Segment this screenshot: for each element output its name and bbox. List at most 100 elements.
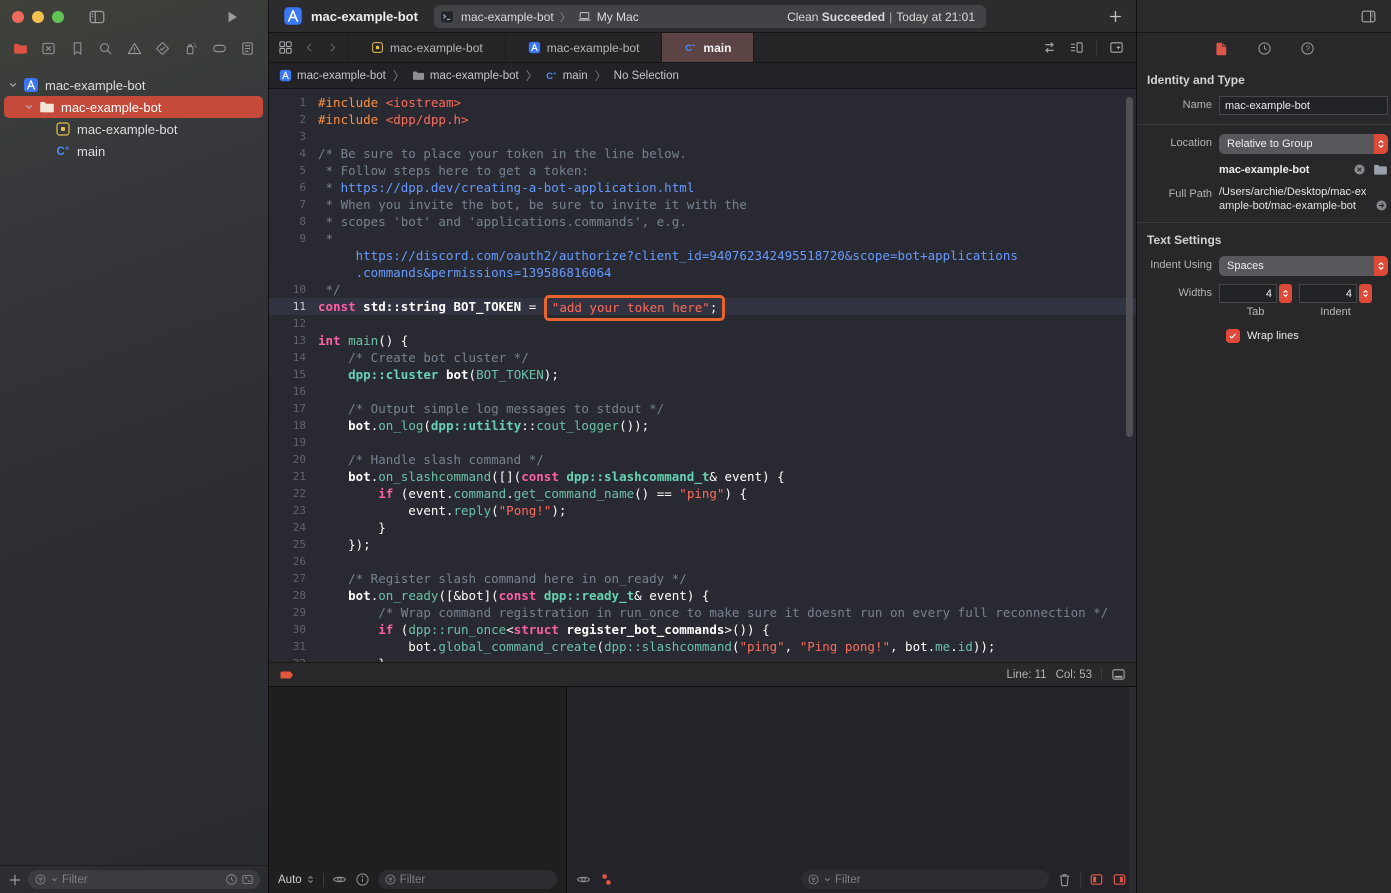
new-tab-button[interactable]	[1108, 9, 1123, 24]
run-destination[interactable]: My Mac	[597, 10, 639, 24]
line-number[interactable]: 14	[269, 349, 306, 366]
code-line[interactable]: https://discord.com/oauth2/authorize?cli…	[269, 247, 1136, 264]
line-number[interactable]: 28	[269, 587, 306, 604]
code-text[interactable]: bot.on_slashcommand([](const dpp::slashc…	[318, 468, 785, 485]
wrap-lines-checkbox[interactable]	[1226, 329, 1240, 343]
tab-width-stepper[interactable]	[1279, 284, 1292, 303]
line-number[interactable]: 1	[269, 94, 306, 111]
metadata-visibility-icon[interactable]	[576, 872, 591, 887]
sidebar-toggle-icon[interactable]	[88, 8, 106, 26]
name-field[interactable]: mac-example-bot	[1219, 96, 1388, 115]
tab-width-field[interactable]: 4	[1219, 284, 1277, 303]
line-number[interactable]: 13	[269, 332, 306, 349]
line-number[interactable]: 20	[269, 451, 306, 468]
console-io-filter-icon[interactable]	[599, 872, 614, 887]
code-line[interactable]: 27 /* Register slash command here in on_…	[269, 570, 1136, 587]
choose-folder-icon[interactable]	[1373, 162, 1388, 177]
indent-width-stepper[interactable]	[1359, 284, 1372, 303]
clear-console-icon[interactable]	[1057, 872, 1072, 887]
variables-view-content[interactable]	[269, 687, 566, 866]
code-line[interactable]: 3	[269, 128, 1136, 145]
code-line[interactable]: 1 #include <iostream>	[269, 94, 1136, 111]
code-text[interactable]: bot.on_ready([&bot](const dpp::ready_t& …	[318, 587, 709, 604]
code-line[interactable]: 32 }	[269, 655, 1136, 662]
debug-navigator-icon[interactable]	[183, 41, 198, 56]
code-text[interactable]: /* Handle slash command */	[318, 451, 544, 468]
code-line[interactable]: 24 }	[269, 519, 1136, 536]
line-number[interactable]: 9	[269, 230, 306, 247]
code-line[interactable]: 28 bot.on_ready([&bot](const dpp::ready_…	[269, 587, 1136, 604]
code-line[interactable]: 21 bot.on_slashcommand([](const dpp::sla…	[269, 468, 1136, 485]
code-text[interactable]: /* Create bot cluster */	[318, 349, 529, 366]
code-text[interactable]: https://discord.com/oauth2/authorize?cli…	[318, 247, 1018, 264]
code-line[interactable]: 26	[269, 553, 1136, 570]
show-variables-view-icon[interactable]	[1089, 872, 1104, 887]
line-number[interactable]: 24	[269, 519, 306, 536]
breadcrumb-item[interactable]: No Selection	[614, 70, 679, 82]
issues-navigator-icon[interactable]	[127, 41, 142, 56]
console-filter-input[interactable]	[835, 874, 1043, 886]
code-text[interactable]: * When you invite the bot, be sure to in…	[318, 196, 747, 213]
location-dropdown[interactable]: Relative to Group	[1219, 134, 1388, 154]
line-number[interactable]: 16	[269, 383, 306, 400]
tests-navigator-icon[interactable]	[155, 41, 170, 56]
line-number[interactable]: 6	[269, 179, 306, 196]
source-control-status-filter-icon[interactable]	[241, 873, 254, 886]
navigator-filter-input[interactable]	[62, 874, 222, 886]
go-forward-icon[interactable]	[326, 41, 339, 54]
code-line[interactable]: 14 /* Create bot cluster */	[269, 349, 1136, 366]
code-text[interactable]: }	[318, 655, 386, 662]
line-number[interactable]: 18	[269, 417, 306, 434]
code-line[interactable]: 16	[269, 383, 1136, 400]
variables-filter-field[interactable]	[378, 870, 557, 889]
code-text[interactable]: }	[318, 519, 386, 536]
code-text[interactable]: int main() {	[318, 332, 408, 349]
add-editor-icon[interactable]	[1109, 40, 1124, 55]
line-number[interactable]: 21	[269, 468, 306, 485]
code-text[interactable]: * scopes 'bot' and 'applications.command…	[318, 213, 687, 230]
line-number[interactable]: 17	[269, 400, 306, 417]
line-number[interactable]: 22	[269, 485, 306, 502]
scheme-and-status-capsule[interactable]: mac-example-bot 〉 My Mac Clean Succeeded…	[434, 5, 986, 28]
line-number[interactable]: 15	[269, 366, 306, 383]
code-text[interactable]: const std::string BOT_TOKEN = "add your …	[318, 298, 723, 315]
line-number[interactable]: 31	[269, 638, 306, 655]
file-inspector-icon[interactable]	[1214, 41, 1229, 56]
code-text[interactable]: #include <iostream>	[318, 94, 461, 111]
indent-using-dropdown[interactable]: Spaces	[1219, 256, 1388, 276]
related-items-icon[interactable]	[278, 40, 293, 55]
code-line[interactable]: 18 bot.on_log(dpp::utility::cout_logger(…	[269, 417, 1136, 434]
code-text[interactable]: /* Output simple log messages to stdout …	[318, 400, 664, 417]
tab-project[interactable]: mac-example-bot	[506, 33, 663, 62]
code-text[interactable]: });	[318, 536, 371, 553]
open-in-finder-icon[interactable]	[1375, 199, 1388, 212]
line-number[interactable]: 3	[269, 128, 306, 145]
show-console-view-icon[interactable]	[1112, 872, 1127, 887]
code-text[interactable]: /* Be sure to place your token in the li…	[318, 145, 687, 162]
code-review-icon[interactable]	[1042, 40, 1057, 55]
code-line[interactable]: 6 * https://dpp.dev/creating-a-bot-appli…	[269, 179, 1136, 196]
breadcrumb-item[interactable]: mac-example-bot	[412, 69, 519, 82]
tree-item-group[interactable]: mac-example-bot	[0, 96, 268, 118]
close-window-button[interactable]	[12, 11, 24, 23]
code-line[interactable]: 2#include <dpp/dpp.h>	[269, 111, 1136, 128]
code-text[interactable]: dpp::cluster bot(BOT_TOKEN);	[318, 366, 559, 383]
add-item-button[interactable]	[8, 873, 22, 887]
code-line[interactable]: 11const std::string BOT_TOKEN = "add you…	[269, 298, 1136, 315]
zoom-window-button[interactable]	[52, 11, 64, 23]
reports-navigator-icon[interactable]	[240, 41, 255, 56]
console-scrollbar-track[interactable]	[1129, 687, 1136, 893]
tab-main[interactable]: C+main	[662, 33, 754, 62]
recent-files-filter-icon[interactable]	[225, 873, 238, 886]
code-text[interactable]: * Follow steps here to get a token:	[318, 162, 589, 179]
code-line[interactable]: 22 if (event.command.get_command_name() …	[269, 485, 1136, 502]
tab-target[interactable]: mac-example-bot	[348, 33, 506, 62]
editor-options-icon[interactable]	[1069, 40, 1084, 55]
minimize-window-button[interactable]	[32, 11, 44, 23]
line-number[interactable]: 32	[269, 655, 306, 662]
line-number[interactable]: 30	[269, 621, 306, 638]
breakpoint-icon[interactable]	[279, 667, 295, 683]
indent-width-field[interactable]: 4	[1299, 284, 1357, 303]
code-line[interactable]: 5 * Follow steps here to get a token:	[269, 162, 1136, 179]
code-line[interactable]: 30 if (dpp::run_once<struct register_bot…	[269, 621, 1136, 638]
